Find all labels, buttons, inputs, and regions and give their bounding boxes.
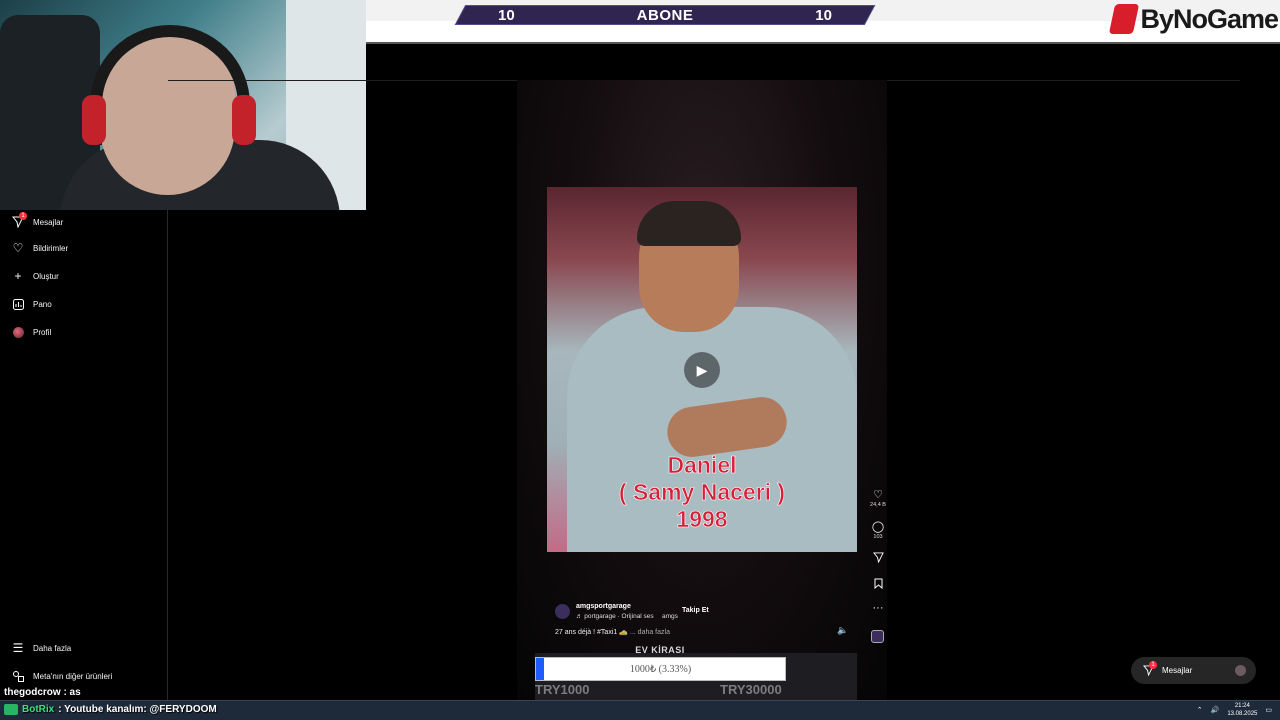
clock-date: 13.08.2025 [1227, 711, 1258, 717]
mute-icon[interactable]: 🔈 [837, 625, 848, 636]
audio-short-label: amgs [662, 613, 678, 620]
sidebar-item-create[interactable]: + Oluştur [0, 264, 59, 288]
chat-username: thegodcrow [4, 687, 61, 698]
sidebar-item-label: Bildirimler [33, 243, 69, 253]
show-more-link[interactable]: ... daha fazla [630, 629, 670, 636]
rent-goal-progress-text: 1000₺ (3.33%) [629, 663, 692, 675]
like-count: 24,4 B [870, 502, 886, 508]
sidebar-item-label: Oluştur [33, 271, 59, 281]
subscriber-count-left: 10 [498, 6, 515, 24]
video-caption-line2: ( Samy Naceri ) [618, 479, 786, 506]
rent-goal-min: TRY1000 [535, 682, 590, 697]
sidebar-item-label: Pano [33, 299, 52, 309]
chat-bot-text: : Youtube kanalım: @FERYDOOM [58, 704, 217, 715]
tray-chevron-icon[interactable]: ⌃ [1197, 706, 1203, 714]
reel-video[interactable]: ▶ Daniel ( Samy Naceri ) 1998 [547, 187, 857, 552]
comment-button[interactable]: ◯ 103 [867, 520, 889, 540]
share-icon [872, 552, 884, 564]
messages-pill[interactable]: 1 Mesajlar [1131, 657, 1256, 684]
messages-badge: 1 [19, 212, 27, 220]
sidebar-item-profile[interactable]: Profil [0, 320, 51, 344]
like-button[interactable]: ♡ 24,4 B [867, 488, 889, 508]
messenger-icon: 1 [1141, 660, 1157, 678]
play-icon: ▶ [696, 361, 708, 378]
sidebar-item-label: Profil [33, 327, 52, 337]
sidebar-item-label: Mesajlar [33, 217, 64, 227]
dashboard-icon [11, 297, 25, 311]
audio-label[interactable]: ♬ portgarage · Orijinal ses [576, 613, 654, 620]
follow-button[interactable]: Takip Et [682, 607, 709, 614]
rent-goal-title: EV KİRASI [635, 645, 685, 655]
webcam-headphone-left [82, 95, 106, 145]
chat-message-bot: BotRix : Youtube kanalım: @FERYDOOM [4, 704, 217, 715]
bot-badge-icon [4, 704, 18, 715]
sidebar-meta-label: Meta'nın diğer ürünleri [33, 671, 113, 681]
author-avatar[interactable] [555, 604, 570, 619]
profile-avatar [12, 326, 24, 338]
post-author-row: amgsportgarage ♬ portgarage · Orijinal s… [555, 602, 855, 624]
messages-pill-avatar [1235, 665, 1246, 676]
comment-icon: ◯ [871, 521, 885, 533]
messages-pill-label: Mesajlar [1162, 666, 1193, 675]
volume-icon[interactable]: 🔊 [1211, 706, 1220, 714]
video-caption-line3: 1998 [676, 506, 728, 533]
webcam-feed [0, 0, 366, 210]
plus-icon: + [14, 269, 22, 283]
audio-thumbnail[interactable] [871, 630, 884, 643]
instagram-sidebar: 1 Mesajlar ♡ Bildirimler + Oluştur Pano … [0, 210, 168, 700]
video-caption-line1: Daniel [667, 452, 737, 479]
author-username[interactable]: amgsportgarage [576, 603, 631, 610]
ellipsis-icon: ··· [872, 602, 884, 614]
bynogame-logo-text: ByNoGame [1140, 3, 1279, 34]
post-description-text: 27 ans déjà ! #Taxi1 🚕 [555, 629, 628, 636]
overlay-divider [366, 42, 1280, 44]
bynogame-logo-icon [1109, 4, 1140, 34]
clock-time: 21:24 [1234, 703, 1250, 709]
chat-message: thegodcrow : as [4, 687, 81, 698]
sidebar-more-label: Daha fazla [33, 643, 72, 653]
messages-pill-badge: 1 [1149, 660, 1157, 669]
sidebar-item-messages[interactable]: 1 Mesajlar [0, 210, 63, 234]
play-button[interactable]: ▶ [684, 352, 720, 388]
rent-goal-max: TRY30000 [720, 682, 782, 697]
webcam-headphone-right [232, 95, 256, 145]
rent-goal-progress-bar: 1000₺ (3.33%) [535, 657, 786, 681]
chat-bot-username: BotRix [22, 704, 55, 715]
system-tray: ⌃ 🔊 21:24 13.08.2025 ▭ [1197, 702, 1272, 718]
share-button[interactable] [867, 552, 889, 566]
save-button[interactable] [867, 578, 889, 592]
heart-icon: ♡ [12, 241, 24, 255]
heart-icon: ♡ [873, 489, 883, 501]
sidebar-item-notifications[interactable]: ♡ Bildirimler [0, 236, 69, 260]
notification-icon[interactable]: ▭ [1265, 706, 1272, 714]
bookmark-icon [874, 578, 882, 590]
bynogame-logo: ByNoGame [1109, 0, 1279, 38]
post-description: 27 ans déjà ! #Taxi1 🚕 ... daha fazla [555, 628, 670, 636]
hamburger-menu-icon: ☰ [12, 641, 24, 655]
subscriber-goal-text: 10 ABONE 10 [460, 5, 870, 25]
subscriber-goal-title: ABONE [636, 6, 694, 24]
sidebar-item-more[interactable]: ☰ Daha fazla [0, 636, 72, 660]
taskbar-clock[interactable]: 21:24 13.08.2025 [1227, 702, 1257, 718]
sidebar-item-meta-products[interactable]: Meta'nın diğer ürünleri [0, 664, 112, 688]
sidebar-item-dashboard[interactable]: Pano [0, 292, 52, 316]
webcam-headphones [90, 25, 250, 145]
avatar-icon [11, 325, 25, 339]
video-caption: Daniel ( Samy Naceri ) 1998 [547, 452, 857, 533]
meta-products-icon [11, 669, 25, 683]
subscriber-count-right: 10 [815, 6, 832, 24]
more-options-button[interactable]: ··· [867, 602, 889, 614]
video-figure-hair [637, 201, 741, 246]
chat-text: : as [63, 687, 81, 698]
messenger-icon: 1 [11, 212, 27, 229]
comment-count: 103 [873, 534, 883, 540]
